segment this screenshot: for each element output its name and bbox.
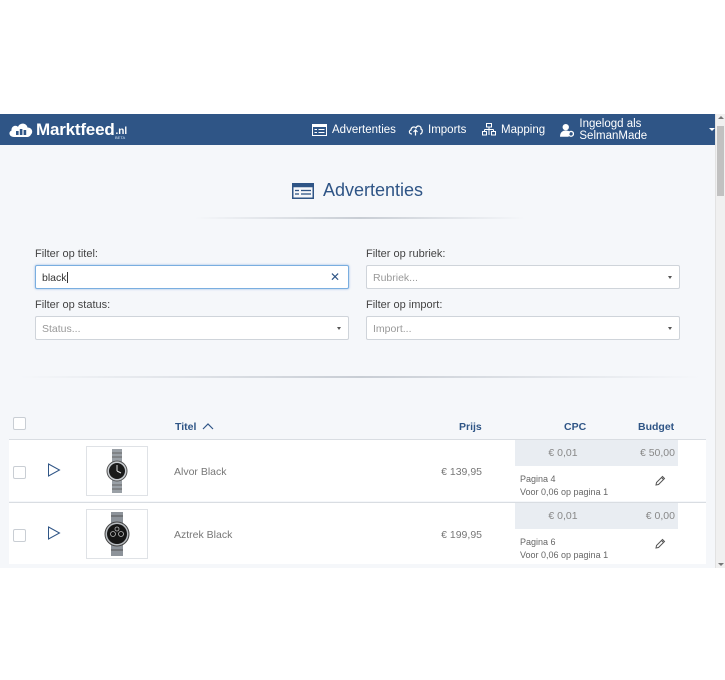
row-checkbox[interactable] [13, 466, 26, 479]
cpc-value: € 0,01 [548, 510, 578, 522]
ranking-info: Pagina 4 Voor 0,06 op pagina 1 [520, 473, 608, 499]
rubriek-select[interactable]: Rubriek... [366, 265, 680, 289]
user-menu[interactable]: Ingelogd als SelmanMade [560, 114, 715, 145]
app-window: Marktfeed .nl BETA Advertenties Imports … [0, 114, 725, 568]
pencil-icon[interactable] [654, 475, 666, 487]
cpc-value: € 0,01 [548, 447, 578, 459]
cloud-upload-icon [408, 124, 423, 135]
table-row[interactable]: Aztrek Black € 199,95 € 0,01 € 0,00 Pagi… [9, 502, 706, 564]
import-select[interactable]: Import... [366, 316, 680, 340]
pencil-icon[interactable] [654, 538, 666, 550]
page-title: Advertenties [322, 180, 424, 200]
filter-divider [20, 376, 700, 378]
sort-ascending-icon [202, 423, 214, 430]
top-navbar: Marktfeed .nl BETA Advertenties Imports … [0, 114, 715, 145]
status-placeholder: Status... [42, 323, 81, 335]
table-row[interactable]: Alvor Black € 139,95 € 0,01 € 50,00 Pagi… [9, 439, 706, 501]
row-checkbox[interactable] [13, 529, 26, 542]
list-icon [312, 123, 327, 136]
product-title[interactable]: Alvor Black [174, 466, 227, 478]
page-hint: Voor 0,06 op pagina 1 [520, 550, 609, 560]
budget-value: € 0,00 [645, 510, 675, 522]
page-header: Advertenties [0, 180, 715, 201]
chevron-down-icon [337, 327, 341, 330]
column-header-price[interactable]: Prijs [459, 421, 482, 433]
nav-advertenties-label: Advertenties [332, 123, 396, 136]
filter-status-label: Filter op status: [35, 299, 111, 311]
product-price: € 199,95 [441, 529, 482, 541]
column-header-title[interactable]: Titel [175, 421, 214, 433]
column-header-budget[interactable]: Budget [638, 421, 674, 433]
nav-mapping[interactable]: Mapping [482, 114, 545, 145]
play-icon[interactable] [47, 463, 61, 477]
text-cursor [66, 272, 68, 283]
vertical-scrollbar[interactable] [715, 114, 725, 568]
product-thumbnail[interactable] [86, 446, 148, 496]
list-icon [291, 182, 314, 199]
product-price: € 139,95 [441, 466, 482, 478]
user-menu-label: Ingelogd als SelmanMade [579, 117, 648, 142]
scrollbar-thumb[interactable] [717, 126, 724, 196]
watch-image [104, 512, 130, 556]
ranking-info: Pagina 6 Voor 0,06 op pagina 1 [520, 536, 608, 562]
rubriek-placeholder: Rubriek... [373, 272, 418, 284]
scroll-up-icon[interactable] [718, 116, 724, 119]
budget-value: € 50,00 [639, 447, 675, 459]
brand-name: Marktfeed [36, 120, 115, 139]
current-page: Pagina 6 [520, 537, 556, 547]
cloud-logo-icon [8, 121, 34, 139]
chevron-down-icon [668, 327, 672, 330]
column-title-label: Titel [175, 421, 197, 433]
filter-title-label: Filter op titel: [35, 248, 98, 260]
nav-imports-label: Imports [428, 123, 467, 136]
current-page: Pagina 4 [520, 474, 556, 484]
header-divider [195, 217, 525, 219]
filter-import-label: Filter op import: [366, 299, 443, 311]
sitemap-icon [482, 123, 496, 136]
scroll-down-icon[interactable] [718, 563, 724, 566]
nav-advertenties[interactable]: Advertenties [312, 114, 396, 145]
status-select[interactable]: Status... [35, 316, 349, 340]
watch-image [106, 449, 128, 493]
chevron-down-icon [668, 276, 672, 279]
clear-icon[interactable]: ✕ [330, 270, 340, 284]
nav-imports[interactable]: Imports [408, 114, 466, 145]
brand-logo[interactable]: Marktfeed .nl BETA [8, 119, 127, 141]
play-icon[interactable] [47, 526, 61, 540]
product-thumbnail[interactable] [86, 509, 148, 559]
title-filter-input[interactable]: black ✕ [35, 265, 349, 289]
beta-badge: BETA [115, 135, 126, 140]
filter-rubriek-label: Filter op rubriek: [366, 248, 446, 260]
column-header-cpc[interactable]: CPC [564, 421, 586, 433]
user-gear-icon [560, 123, 575, 137]
page-hint: Voor 0,06 op pagina 1 [520, 487, 609, 497]
select-all-checkbox[interactable] [13, 417, 26, 430]
product-title[interactable]: Aztrek Black [174, 529, 232, 541]
nav-mapping-label: Mapping [501, 123, 546, 136]
import-placeholder: Import... [373, 323, 412, 335]
title-filter-value: black [42, 272, 67, 284]
